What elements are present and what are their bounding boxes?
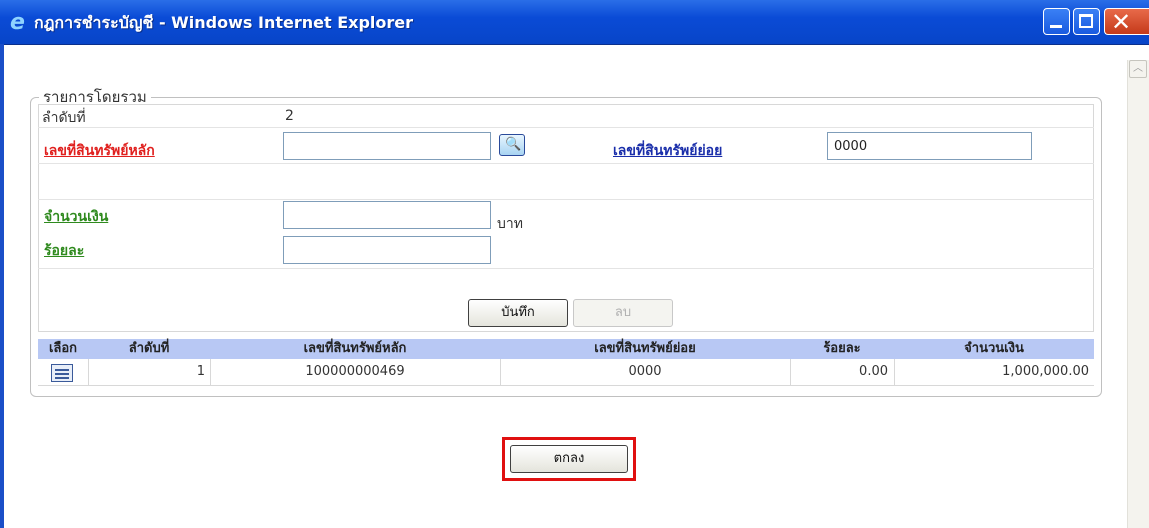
cell-main-asset: 100000000469 [305,364,405,379]
sub-asset-link[interactable]: เลขที่สินทรัพย์ย่อย [613,140,722,162]
col-header-select: เลือก [48,341,78,356]
amount-input[interactable] [283,201,491,229]
main-asset-input[interactable] [283,132,491,160]
minimize-button[interactable] [1043,8,1070,35]
col-header-amount: จำนวนเงิน [964,341,1024,356]
scroll-up-icon[interactable]: ︿ [1129,60,1147,78]
vertical-scrollbar[interactable] [1127,60,1149,528]
cell-percent: 0.00 [859,364,888,379]
sequence-value: 2 [285,108,294,124]
close-button[interactable]: ✕ [1104,8,1149,36]
row-divider [38,199,1094,200]
col-header-sub-asset: เลขที่สินทรัพย์ย่อย [594,341,696,356]
minimize-icon [1050,25,1062,28]
main-asset-link[interactable]: เลขที่สินทรัพย์หลัก [44,140,155,162]
row-divider [38,268,1094,269]
percent-link[interactable]: ร้อยละ [44,240,84,262]
asset-search-button[interactable]: 🔍 [499,134,525,156]
col-header-main-asset: เลขที่สินทรัพย์หลัก [303,341,407,356]
select-row-icon[interactable] [51,364,73,382]
sequence-label: ลำดับที่ [42,110,86,126]
cell-sequence: 1 [196,364,205,379]
delete-button[interactable]: ลบ [573,299,673,327]
ok-button[interactable]: ตกลง [510,445,628,473]
cell-amount: 1,000,000.00 [1002,364,1089,379]
percent-input[interactable] [283,236,491,264]
col-header-sequence: ลำดับที่ [128,341,170,356]
window-title-bar: e กฎการชำระบัญชี - Windows Internet Expl… [0,0,1149,45]
window-title: กฎการชำระบัญชี - Windows Internet Explor… [34,13,414,32]
maximize-button[interactable] [1073,8,1100,35]
row-divider [38,127,1094,128]
search-icon: 🔍 [505,137,522,152]
close-icon: ✕ [1111,8,1132,36]
cell-sub-asset: 0000 [628,364,662,379]
save-button[interactable]: บันทึก [468,299,568,327]
row-divider [38,163,1094,164]
maximize-icon [1079,14,1093,28]
amount-unit: บาท [497,216,523,232]
col-header-percent: ร้อยละ [823,341,861,356]
internet-explorer-icon: e [10,10,25,35]
window-left-border [0,44,4,528]
sub-asset-input[interactable] [827,132,1032,160]
amount-link[interactable]: จำนวนเงิน [44,206,108,228]
